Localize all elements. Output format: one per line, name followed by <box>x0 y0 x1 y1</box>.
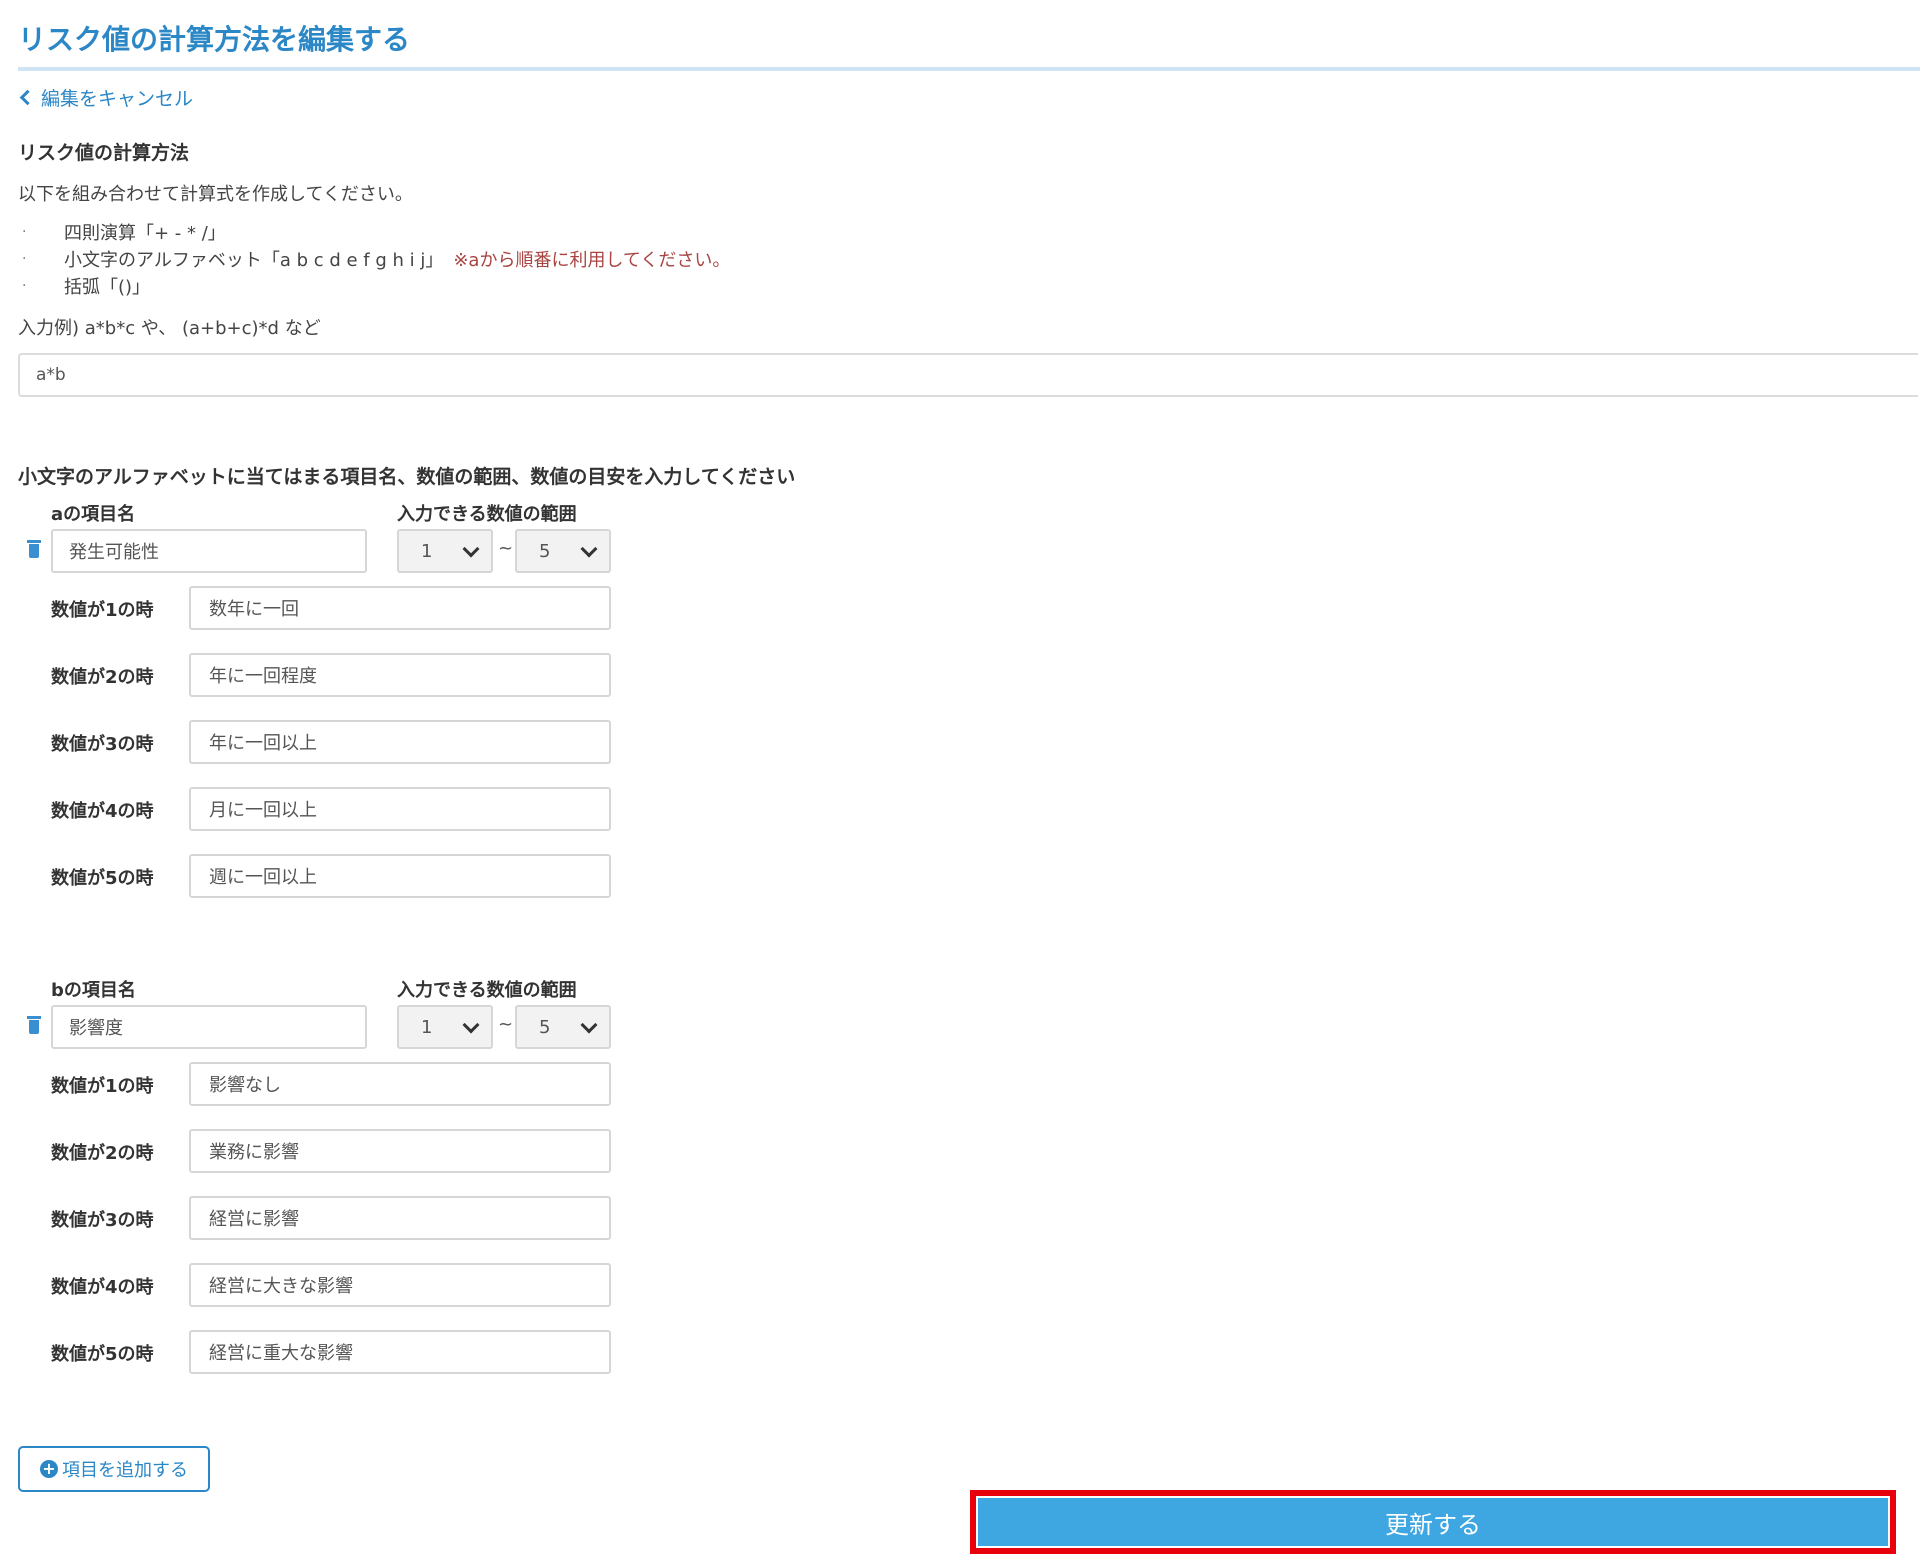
list-item: · 四則演算「+ - * /」 <box>22 218 730 245</box>
update-button-label: 更新する <box>1385 1510 1481 1539</box>
variable-name-label: bの項目名 <box>51 980 136 1001</box>
value-row-label: 数値が2の時 <box>51 667 154 688</box>
trash-icon[interactable] <box>27 1016 41 1034</box>
range-separator: ~ <box>498 1014 514 1035</box>
chevron-down-icon <box>462 1016 480 1034</box>
title-divider <box>18 67 1920 71</box>
formula-intro: 以下を組み合わせて計算式を作成してください。 <box>18 184 413 205</box>
range-label: 入力できる数値の範囲 <box>397 980 577 1001</box>
value-row-label: 数値が3の時 <box>51 1210 154 1231</box>
value-row-input[interactable] <box>189 720 611 764</box>
value-row-label: 数値が4の時 <box>51 1277 154 1298</box>
value-row-label: 数値が3の時 <box>51 734 154 755</box>
value-row-input[interactable] <box>189 1196 611 1240</box>
value-row-input[interactable] <box>189 1062 611 1106</box>
cancel-edit-link[interactable]: 編集をキャンセル <box>18 84 193 111</box>
add-item-button[interactable]: + 項目を追加する <box>18 1446 210 1492</box>
range-max-value: 5 <box>539 1016 551 1038</box>
chevron-left-icon <box>19 89 36 106</box>
value-row-input[interactable] <box>189 787 611 831</box>
value-row-input[interactable] <box>189 653 611 697</box>
formula-bullet-list: · 四則演算「+ - * /」 · 小文字のアルファベット「a b c d e … <box>22 218 730 299</box>
value-row-label: 数値が1の時 <box>51 1076 154 1097</box>
variable-name-input[interactable] <box>51 529 367 573</box>
value-row-input[interactable] <box>189 1330 611 1374</box>
bullet-icon: · <box>22 223 27 240</box>
value-row-label: 数値が2の時 <box>51 1143 154 1164</box>
range-separator: ~ <box>498 538 514 559</box>
range-min-select[interactable]: 1 <box>397 529 493 573</box>
value-row-label: 数値が5の時 <box>51 868 154 889</box>
formula-heading: リスク値の計算方法 <box>18 142 190 164</box>
cancel-edit-label: 編集をキャンセル <box>41 88 194 110</box>
list-item: · 小文字のアルファベット「a b c d e f g h i j」 ※aから順… <box>22 245 730 272</box>
edit-risk-formula-page: リスク値の計算方法を編集する 編集をキャンセル リスク値の計算方法 以下を組み合… <box>0 0 1920 1562</box>
chevron-down-icon <box>580 540 598 558</box>
value-row-label: 数値が1の時 <box>51 600 154 621</box>
page-title: リスク値の計算方法を編集する <box>18 23 411 56</box>
range-max-select[interactable]: 5 <box>515 1005 611 1049</box>
value-row-input[interactable] <box>189 1263 611 1307</box>
formula-example: 入力例) a*b*c や、 (a+b+c)*d など <box>18 318 321 339</box>
value-row-input[interactable] <box>189 1129 611 1173</box>
range-max-value: 5 <box>539 540 551 562</box>
value-row-input[interactable] <box>189 854 611 898</box>
update-button[interactable]: 更新する <box>978 1498 1888 1546</box>
plus-circle-icon: + <box>40 1460 58 1478</box>
value-row-label: 数値が5の時 <box>51 1344 154 1365</box>
bullet-icon: · <box>22 277 27 294</box>
range-min-value: 1 <box>421 1016 433 1038</box>
value-row-input[interactable] <box>189 586 611 630</box>
add-item-label: 項目を追加する <box>62 1460 188 1481</box>
range-min-select[interactable]: 1 <box>397 1005 493 1049</box>
variables-heading: 小文字のアルファベットに当てはまる項目名、数値の範囲、数値の目安を入力してくださ… <box>18 466 796 488</box>
order-note: ※aから順番に利用してください。 <box>453 249 731 271</box>
chevron-down-icon <box>462 540 480 558</box>
variable-name-input[interactable] <box>51 1005 367 1049</box>
list-item: · 括弧「()」 <box>22 272 730 299</box>
formula-input[interactable] <box>18 353 1918 397</box>
range-min-value: 1 <box>421 540 433 562</box>
range-max-select[interactable]: 5 <box>515 529 611 573</box>
bullet-text: 小文字のアルファベット「a b c d e f g h i j」 <box>64 249 444 271</box>
trash-icon[interactable] <box>27 540 41 558</box>
range-label: 入力できる数値の範囲 <box>397 504 577 525</box>
value-row-label: 数値が4の時 <box>51 801 154 822</box>
variable-name-label: aの項目名 <box>51 504 136 525</box>
chevron-down-icon <box>580 1016 598 1034</box>
bullet-icon: · <box>22 250 27 267</box>
bullet-text: 括弧「()」 <box>64 276 151 298</box>
bullet-text: 四則演算「+ - * /」 <box>64 222 226 244</box>
